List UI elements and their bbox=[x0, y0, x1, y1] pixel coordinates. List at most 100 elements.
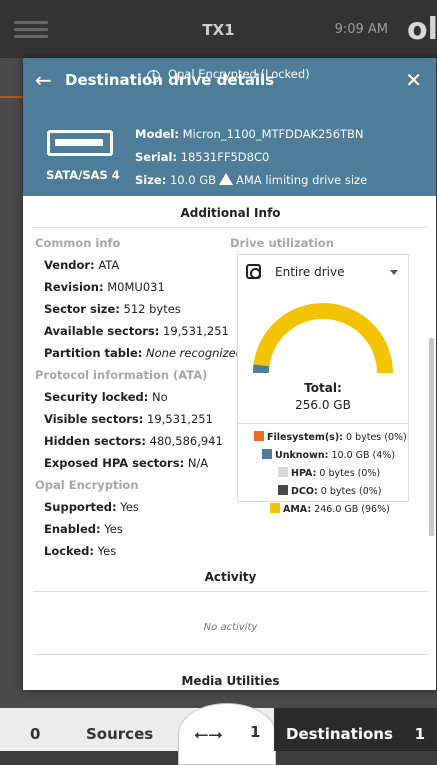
partition-table-row: Partition table: None recognized bbox=[44, 346, 243, 360]
model-label: Model: bbox=[135, 127, 179, 141]
legend-filesystems: Filesystem(s): 0 bytes (0%) bbox=[254, 431, 407, 443]
legend-label: Unknown: bbox=[275, 450, 328, 461]
opal-supported-value: Yes bbox=[120, 500, 139, 514]
security-locked-row: Security locked: No bbox=[44, 390, 168, 404]
legend-swatch bbox=[262, 449, 272, 459]
legend-label: DCO: bbox=[291, 486, 318, 497]
revision-row: Revision: M0MU031 bbox=[44, 280, 165, 294]
destinations-tab[interactable]: Destinations 1 bbox=[274, 708, 437, 751]
chevron-down-icon bbox=[390, 270, 398, 275]
visible-sectors-value: 19,531,251 bbox=[147, 412, 213, 426]
drive-icon bbox=[47, 130, 113, 156]
sector-size-label: Sector size: bbox=[44, 302, 120, 316]
gauge-segment-4 bbox=[261, 311, 385, 373]
brand-logo: ol bbox=[407, 12, 437, 47]
available-sectors-value: 19,531,251 bbox=[163, 324, 229, 338]
legend-value: 10.0 GB (4%) bbox=[331, 450, 395, 461]
opal-supported-row: Supported: Yes bbox=[44, 500, 139, 514]
legend-swatch bbox=[254, 431, 264, 441]
close-icon[interactable]: ✕ bbox=[405, 68, 422, 92]
dialog-header: ← Destination drive details ✕ SATA/SAS 4… bbox=[23, 58, 436, 196]
usb-tab[interactable] bbox=[178, 703, 276, 765]
sources-tab[interactable]: Sources bbox=[86, 725, 153, 743]
common-info-heading: Common info bbox=[35, 236, 120, 250]
revision-value: M0MU031 bbox=[107, 280, 165, 294]
opal-locked-label: Locked: bbox=[44, 544, 94, 558]
exposed-hpa-value: N/A bbox=[188, 456, 208, 470]
partition-dropdown[interactable]: Entire drive bbox=[238, 255, 408, 289]
usb-count: 1 bbox=[250, 723, 260, 741]
drive-utilization-heading: Drive utilization bbox=[230, 236, 334, 250]
revision-label: Revision: bbox=[44, 280, 104, 294]
legend-dco: DCO: 0 bytes (0%) bbox=[278, 485, 382, 497]
vendor-row: Vendor: ATA bbox=[44, 258, 119, 272]
app-bar: TX1 9:09 AM ol bbox=[0, 0, 437, 58]
legend-hpa: HPA: 0 bytes (0%) bbox=[278, 467, 380, 479]
back-arrow-icon[interactable]: ← bbox=[35, 68, 52, 92]
exposed-hpa-row: Exposed HPA sectors: N/A bbox=[44, 456, 208, 470]
serial-value: 18531FF5D8C0 bbox=[181, 150, 270, 164]
drive-utilization-panel: Entire drive Total: 256.0 GB Filesystem(… bbox=[237, 254, 409, 502]
exposed-hpa-label: Exposed HPA sectors: bbox=[44, 456, 184, 470]
legend-label: AMA: bbox=[283, 504, 311, 515]
opal-enabled-value: Yes bbox=[104, 522, 123, 536]
scrollbar[interactable] bbox=[429, 338, 434, 536]
activity-empty: No activity bbox=[33, 622, 428, 633]
partition-dropdown-value: Entire drive bbox=[275, 265, 344, 279]
opal-enabled-label: Enabled: bbox=[44, 522, 101, 536]
sector-size-value: 512 bytes bbox=[124, 302, 181, 316]
total-label: Total: bbox=[238, 381, 408, 395]
legend-label: HPA: bbox=[291, 468, 316, 479]
security-locked-label: Security locked: bbox=[44, 390, 148, 404]
hidden-sectors-row: Hidden sectors: 480,586,941 bbox=[44, 434, 223, 448]
legend-swatch bbox=[278, 485, 288, 495]
serial-label: Serial: bbox=[135, 150, 177, 164]
vendor-label: Vendor: bbox=[44, 258, 95, 272]
opal-locked-row: Locked: Yes bbox=[44, 544, 116, 558]
visible-sectors-label: Visible sectors: bbox=[44, 412, 143, 426]
opal-supported-label: Supported: bbox=[44, 500, 117, 514]
model-value: Micron_1100_MTFDDAK256TBN bbox=[183, 127, 364, 141]
clock: 9:09 AM bbox=[335, 22, 388, 37]
legend-value: 246.0 GB (96%) bbox=[314, 504, 390, 515]
hidden-sectors-value: 480,586,941 bbox=[150, 434, 223, 448]
legend-value: 0 bytes (0%) bbox=[346, 432, 407, 443]
total-value: 256.0 GB bbox=[238, 398, 408, 412]
encryption-status-text: Opal Encrypted (Locked) bbox=[168, 67, 310, 81]
security-locked-value: No bbox=[152, 390, 168, 404]
opal-enabled-row: Enabled: Yes bbox=[44, 522, 123, 536]
serial-line: Serial: 18531FF5D8C0 bbox=[135, 150, 269, 164]
sources-count: 0 bbox=[30, 725, 40, 743]
usb-icon: ⭠⭢ bbox=[194, 724, 223, 745]
size-line: Size: 10.0 GB AMA limiting drive size bbox=[135, 173, 367, 187]
opal-locked-value: Yes bbox=[98, 544, 117, 558]
dialog-body[interactable]: Additional Info Common info Vendor: ATA … bbox=[23, 196, 436, 690]
size-value: 10.0 GB bbox=[170, 173, 216, 187]
protocol-heading: Protocol information (ATA) bbox=[35, 368, 207, 382]
divider bbox=[238, 423, 408, 424]
info-icon: i bbox=[147, 70, 160, 83]
sector-size-row: Sector size: 512 bytes bbox=[44, 302, 181, 316]
divider bbox=[33, 654, 428, 655]
size-label: Size: bbox=[135, 173, 166, 187]
media-utilities-title: Media Utilities bbox=[33, 674, 428, 688]
destinations-count: 1 bbox=[415, 725, 425, 743]
opal-heading: Opal Encryption bbox=[35, 478, 139, 492]
legend-ama: AMA: 246.0 GB (96%) bbox=[270, 503, 390, 515]
additional-info-title: Additional Info bbox=[33, 206, 428, 220]
size-note: AMA limiting drive size bbox=[236, 173, 367, 187]
activity-title: Activity bbox=[33, 570, 428, 584]
legend-unknown: Unknown: 10.0 GB (4%) bbox=[262, 449, 395, 461]
hidden-sectors-label: Hidden sectors: bbox=[44, 434, 146, 448]
drive-interface: SATA/SAS 4 bbox=[46, 168, 120, 182]
drive-details-dialog: ← Destination drive details ✕ SATA/SAS 4… bbox=[23, 58, 436, 690]
legend-value: 0 bytes (0%) bbox=[319, 468, 380, 479]
bottom-nav: 0 Sources ⭠⭢ 1 Destinations 1 bbox=[0, 708, 437, 751]
utilization-gauge bbox=[248, 295, 398, 385]
legend-swatch bbox=[278, 467, 288, 477]
disk-icon bbox=[246, 264, 261, 279]
visible-sectors-row: Visible sectors: 19,531,251 bbox=[44, 412, 213, 426]
partition-table-label: Partition table: bbox=[44, 346, 142, 360]
available-sectors-label: Available sectors: bbox=[44, 324, 159, 338]
legend-label: Filesystem(s): bbox=[267, 432, 343, 443]
